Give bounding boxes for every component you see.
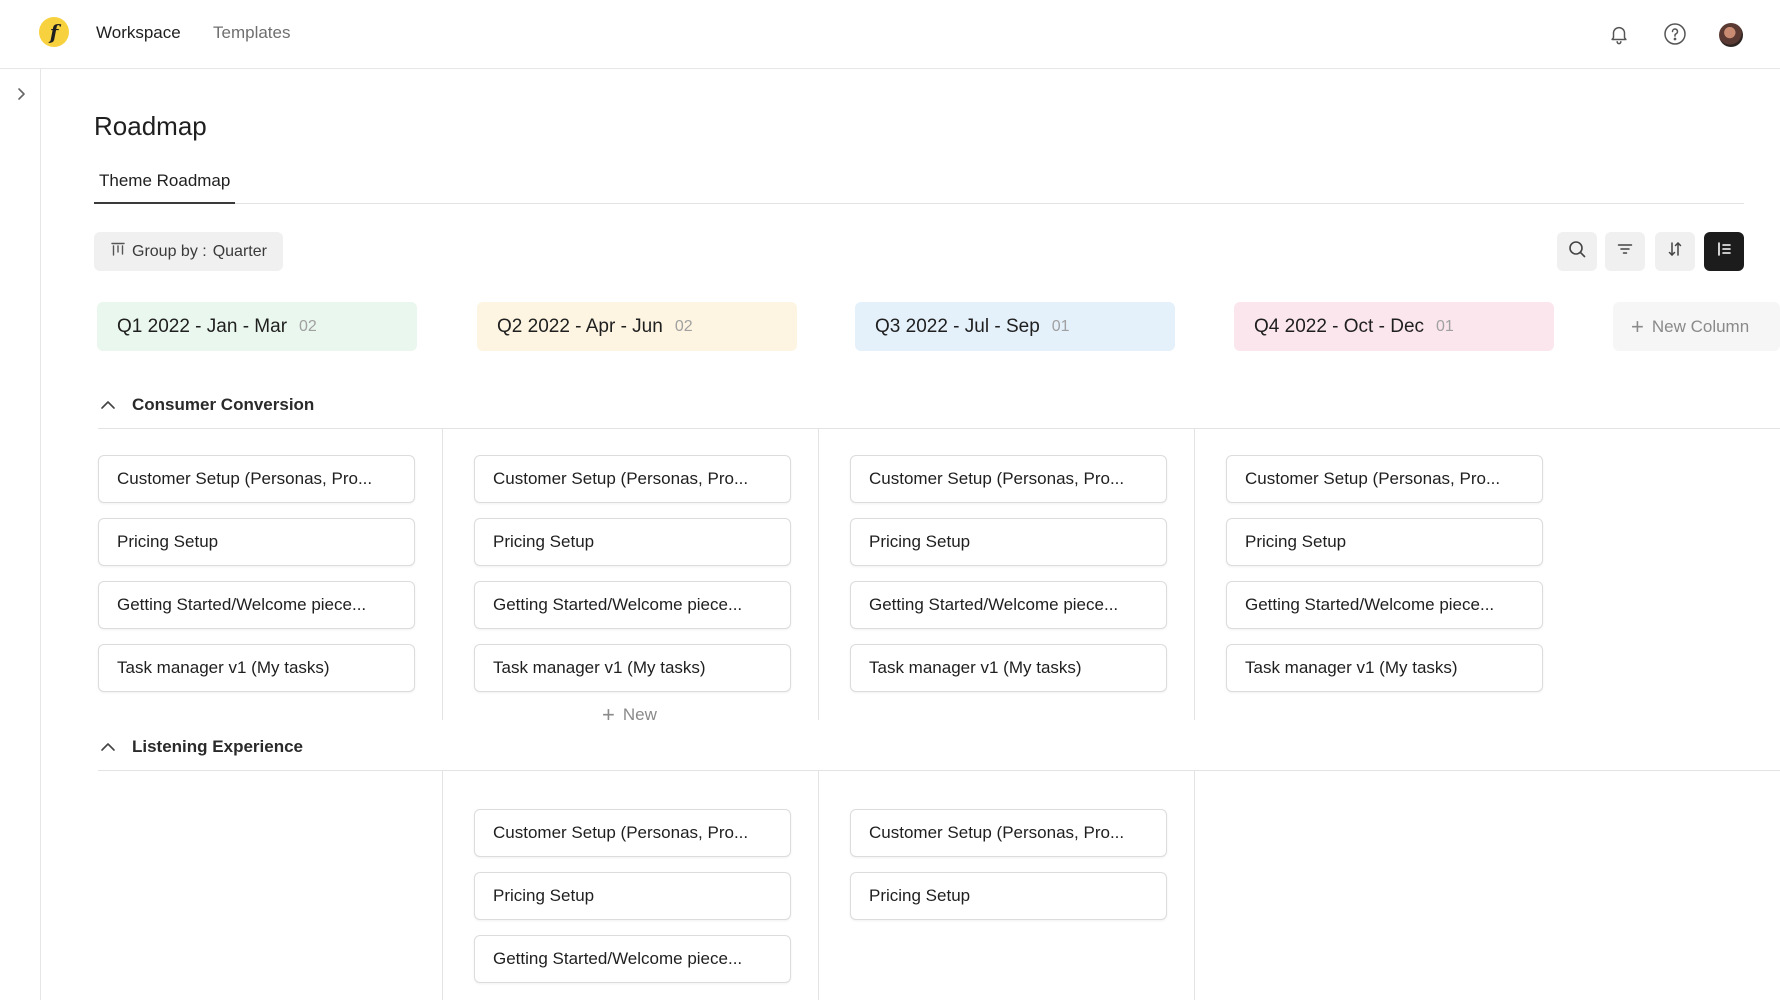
nav-workspace[interactable]: Workspace <box>96 23 181 43</box>
roadmap-card[interactable]: Task manager v1 (My tasks) <box>474 644 791 692</box>
roadmap-card[interactable]: Getting Started/Welcome piece... <box>1226 581 1543 629</box>
roadmap-card[interactable]: Pricing Setup <box>474 518 791 566</box>
group-by-button[interactable]: Group by : Quarter <box>94 232 283 271</box>
roadmap-card[interactable]: Getting Started/Welcome piece... <box>474 935 791 983</box>
filter-button[interactable] <box>1605 232 1645 271</box>
group-header-listening-experience[interactable]: Listening Experience <box>98 732 303 762</box>
divider <box>98 428 1780 429</box>
column-divider <box>1194 429 1195 720</box>
roadmap-card[interactable]: Getting Started/Welcome piece... <box>98 581 415 629</box>
column-divider <box>818 771 819 1000</box>
chevron-right-icon[interactable] <box>12 85 30 103</box>
group-header-consumer-conversion[interactable]: Consumer Conversion <box>98 390 314 420</box>
plus-icon: + <box>1631 313 1644 339</box>
roadmap-card[interactable]: Customer Setup (Personas, Pro... <box>850 809 1167 857</box>
search-button[interactable] <box>1557 232 1597 271</box>
group-title: Consumer Conversion <box>132 395 315 414</box>
column-title: Q1 2022 - Jan - Mar <box>117 315 288 337</box>
roadmap-card[interactable]: Task manager v1 (My tasks) <box>1226 644 1543 692</box>
column-title: Q4 2022 - Oct - Dec <box>1254 315 1425 337</box>
column-header-q3[interactable]: Q3 2022 - Jul - Sep 01 <box>855 302 1175 351</box>
group-by-label: Group by : <box>132 242 207 260</box>
column-header-q2[interactable]: Q2 2022 - Apr - Jun 02 <box>477 302 797 351</box>
plus-icon: + <box>602 702 615 727</box>
column-divider <box>818 429 819 720</box>
column-header-q1[interactable]: Q1 2022 - Jan - Mar 02 <box>97 302 417 351</box>
roadmap-card[interactable]: Pricing Setup <box>850 872 1167 920</box>
roadmap-card[interactable]: Pricing Setup <box>1226 518 1543 566</box>
page-title: Roadmap <box>94 111 207 141</box>
group-icon <box>110 241 126 262</box>
roadmap-card[interactable]: Pricing Setup <box>98 518 415 566</box>
column-divider <box>1194 771 1195 1000</box>
column-title: Q3 2022 - Jul - Sep <box>875 315 1040 337</box>
search-icon <box>1567 239 1587 264</box>
app-logo[interactable]: f <box>39 17 69 47</box>
column-divider <box>442 429 443 720</box>
roadmap-card[interactable]: Getting Started/Welcome piece... <box>474 581 791 629</box>
bell-icon[interactable] <box>1606 21 1632 47</box>
sort-icon <box>1666 240 1684 263</box>
group-by-value: Quarter <box>212 242 267 260</box>
help-icon[interactable] <box>1662 21 1688 47</box>
roadmap-card[interactable]: Customer Setup (Personas, Pro... <box>474 809 791 857</box>
column-divider <box>442 771 443 1000</box>
roadmap-card[interactable]: Customer Setup (Personas, Pro... <box>474 455 791 503</box>
roadmap-card[interactable]: Getting Started/Welcome piece... <box>850 581 1167 629</box>
roadmap-card[interactable]: Customer Setup (Personas, Pro... <box>98 455 415 503</box>
filter-icon <box>1616 240 1634 263</box>
roadmap-card[interactable]: Task manager v1 (My tasks) <box>98 644 415 692</box>
chevron-up-icon <box>98 395 118 415</box>
column-count: 01 <box>1051 317 1070 335</box>
divider <box>98 770 1780 771</box>
tab-bar: Theme Roadmap <box>94 170 1744 204</box>
roadmap-card[interactable]: Customer Setup (Personas, Pro... <box>1226 455 1543 503</box>
roadmap-card[interactable]: Task manager v1 (My tasks) <box>850 644 1167 692</box>
roadmap-card[interactable]: Pricing Setup <box>474 872 791 920</box>
column-count: 02 <box>299 317 317 335</box>
top-bar: f Workspace Templates <box>0 0 1780 69</box>
roadmap-card[interactable]: Customer Setup (Personas, Pro... <box>850 455 1167 503</box>
new-column-button[interactable]: + New Column <box>1613 302 1780 351</box>
add-card-label: New <box>622 705 657 724</box>
column-count: 01 <box>1436 317 1454 335</box>
column-header-q4[interactable]: Q4 2022 - Oct - Dec 01 <box>1234 302 1554 351</box>
column-title: Q2 2022 - Apr - Jun <box>497 315 663 337</box>
chevron-up-icon <box>98 737 118 757</box>
sort-button[interactable] <box>1655 232 1695 271</box>
column-count: 02 <box>674 317 693 335</box>
list-view-icon <box>1715 240 1733 263</box>
avatar[interactable] <box>1719 23 1743 47</box>
new-column-label: New Column <box>1651 316 1750 336</box>
roadmap-card[interactable]: Pricing Setup <box>850 518 1167 566</box>
group-title: Listening Experience <box>132 737 303 756</box>
tab-theme-roadmap[interactable]: Theme Roadmap <box>94 170 236 204</box>
view-toggle-button[interactable] <box>1704 232 1744 271</box>
left-rail <box>0 69 41 1000</box>
nav-templates[interactable]: Templates <box>213 23 290 43</box>
add-card-button[interactable]: + New <box>602 704 657 726</box>
